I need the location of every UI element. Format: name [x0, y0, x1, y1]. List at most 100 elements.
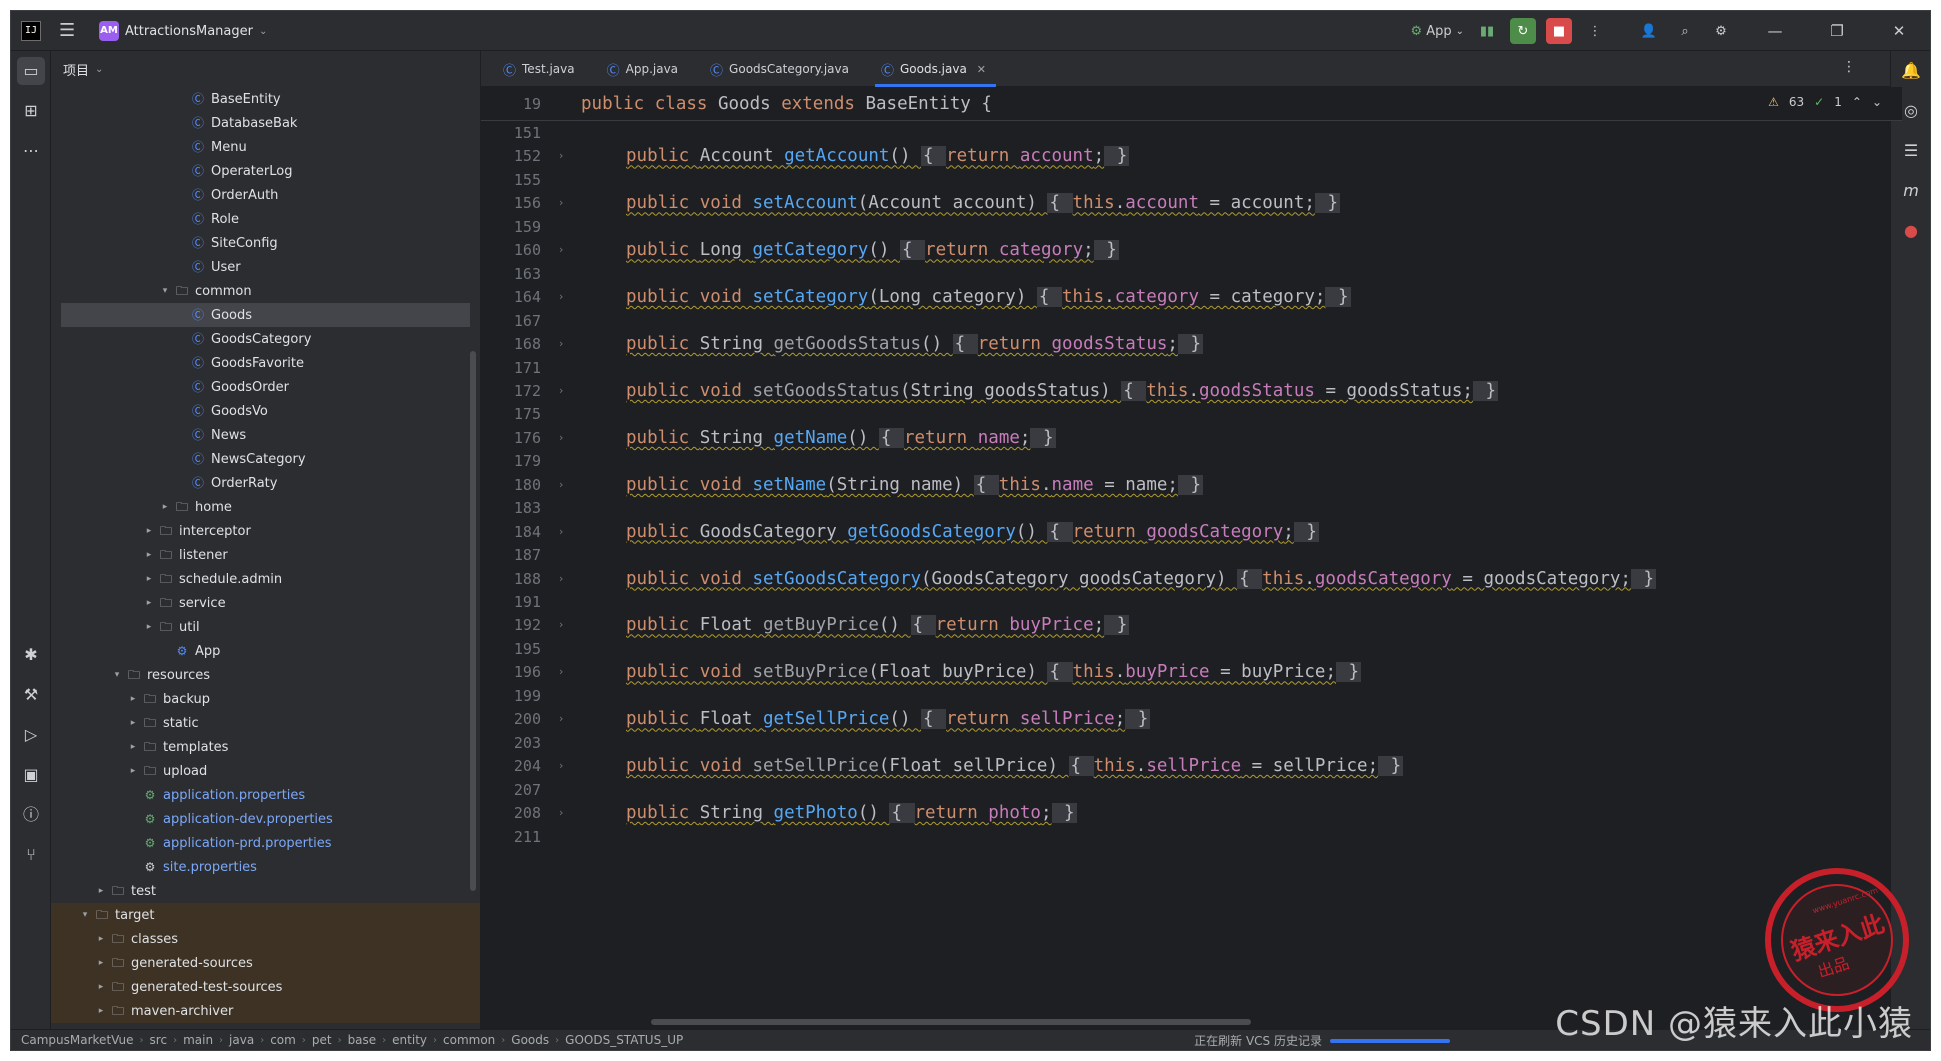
build-hammer-icon[interactable]: ⚒	[17, 681, 45, 709]
rerun-button[interactable]: ↻	[1510, 18, 1536, 44]
editor-horizontal-scrollbar[interactable]	[651, 1019, 1251, 1025]
tree-item[interactable]: ▾ 🗀 common	[51, 279, 480, 303]
breadcrumb-item[interactable]: java	[229, 1033, 254, 1047]
chevron-right-icon[interactable]: ▸	[125, 718, 141, 728]
tree-item[interactable]: Ⓒ Role	[51, 207, 480, 231]
maven-icon[interactable]: m	[1897, 177, 1925, 205]
chevron-down-icon[interactable]: ▾	[157, 286, 173, 296]
chevron-right-icon[interactable]: ▸	[125, 742, 141, 752]
chevron-right-icon[interactable]: ▸	[141, 526, 157, 536]
tree-item[interactable]: ▸ 🗀 templates	[51, 735, 480, 759]
main-menu-icon[interactable]: ☰	[59, 20, 75, 41]
editor-tab[interactable]: Ⓒ Test.java	[489, 51, 593, 87]
breadcrumb-item[interactable]: com	[270, 1033, 296, 1047]
chevron-right-icon[interactable]: ▸	[141, 574, 157, 584]
settings-gear-icon[interactable]: ⚙	[1708, 18, 1734, 44]
code-line[interactable]: public void setAccount(Account account) …	[626, 191, 1340, 215]
tree-item[interactable]: ⚙ application-dev.properties	[51, 807, 480, 831]
tree-item[interactable]: Ⓒ GoodsOrder	[51, 375, 480, 399]
chevron-right-icon[interactable]: ▸	[157, 502, 173, 512]
chevron-right-icon[interactable]: ▸	[93, 934, 109, 944]
close-tab-icon[interactable]: ✕	[977, 63, 986, 76]
tree-item[interactable]: ⚙ site.properties	[51, 855, 480, 879]
chevron-down-icon[interactable]: ⌄	[1872, 95, 1882, 109]
stop-button[interactable]: ■	[1546, 18, 1572, 44]
project-scrollbar[interactable]	[470, 351, 476, 891]
chevron-right-icon[interactable]: ▸	[125, 766, 141, 776]
breadcrumb-item[interactable]: main	[183, 1033, 213, 1047]
structure-icon[interactable]: ⊞	[17, 97, 45, 125]
fold-chevron-icon[interactable]: ›	[559, 520, 563, 544]
tree-item[interactable]: ▸ 🗀 test	[51, 879, 480, 903]
tree-item[interactable]: ▾ 🗀 target	[51, 903, 480, 927]
code-line[interactable]: public GoodsCategory getGoodsCategory() …	[626, 520, 1319, 544]
more-tools-icon[interactable]: ⋯	[17, 137, 45, 165]
tree-item[interactable]: Ⓒ DatabaseBak	[51, 111, 480, 135]
database-icon[interactable]: ☰	[1897, 137, 1925, 165]
tree-item[interactable]: Ⓒ SiteConfig	[51, 231, 480, 255]
inspection-widget[interactable]: ⚠ 63 ✓ 1 ⌃ ⌄	[1768, 95, 1882, 109]
tree-item[interactable]: ⚙ App	[51, 639, 480, 663]
tree-item[interactable]: Ⓒ OrderRaty	[51, 471, 480, 495]
project-folder-icon[interactable]: ▭	[17, 57, 45, 85]
tree-item[interactable]: ⚙ application.properties	[51, 783, 480, 807]
breadcrumb-item[interactable]: pet	[312, 1033, 332, 1047]
terminal-icon[interactable]: ▣	[17, 761, 45, 789]
chevron-right-icon[interactable]: ▸	[141, 622, 157, 632]
fold-chevron-icon[interactable]: ›	[559, 238, 563, 262]
code-line[interactable]: public Long getCategory() { return categ…	[626, 238, 1119, 262]
tree-item[interactable]: ▸ 🗀 backup	[51, 687, 480, 711]
tabs-more-icon[interactable]: ⋮	[1842, 59, 1856, 75]
code-line[interactable]: public void setName(String name) { this.…	[626, 473, 1204, 497]
tree-item[interactable]: ▸ 🗀 home	[51, 495, 480, 519]
fold-chevron-icon[interactable]: ›	[559, 473, 563, 497]
code-line[interactable]: public Float getBuyPrice() { return buyP…	[626, 613, 1130, 637]
code-line[interactable]: public void setGoodsCategory(GoodsCatego…	[626, 567, 1657, 591]
fold-chevron-icon[interactable]: ›	[559, 379, 563, 403]
background-task[interactable]: 正在刷新 VCS 历史记录	[1194, 1032, 1450, 1049]
code-line[interactable]: public String getGoodsStatus() { return …	[626, 332, 1204, 356]
code-line[interactable]: public void setGoodsStatus(String goodsS…	[626, 379, 1499, 403]
breadcrumb-item[interactable]: entity	[392, 1033, 427, 1047]
chevron-right-icon[interactable]: ▸	[93, 886, 109, 896]
chevron-right-icon[interactable]: ▸	[93, 1006, 109, 1016]
fold-chevron-icon[interactable]: ›	[559, 191, 563, 215]
chevron-right-icon[interactable]: ▸	[141, 550, 157, 560]
pause-icon[interactable]: ▮▮	[1474, 18, 1500, 44]
chevron-up-icon[interactable]: ⌃	[1852, 95, 1862, 109]
code-line[interactable]: public Account getAccount() { return acc…	[626, 144, 1130, 168]
code-line[interactable]: public void setSellPrice(Float sellPrice…	[626, 754, 1404, 778]
breadcrumb-item[interactable]: Goods	[511, 1033, 549, 1047]
breadcrumb-item[interactable]: src	[150, 1033, 168, 1047]
tree-item[interactable]: ▸ 🗀 generated-sources	[51, 951, 480, 975]
project-panel-header[interactable]: 项目 ⌄	[51, 51, 480, 87]
tree-item[interactable]: ▸ 🗀 schedule.admin	[51, 567, 480, 591]
close-icon[interactable]: ✕	[1886, 18, 1912, 44]
chevron-right-icon[interactable]: ▸	[93, 958, 109, 968]
tree-item[interactable]: ▾ 🗀 resources	[51, 663, 480, 687]
tree-item[interactable]: Ⓒ GoodsFavorite	[51, 351, 480, 375]
code-line[interactable]: public void setBuyPrice(Float buyPrice) …	[626, 660, 1362, 684]
notifications-bell-icon[interactable]: 🔔	[1897, 57, 1925, 85]
editor-tab[interactable]: Ⓒ App.java	[593, 51, 696, 87]
tree-item[interactable]: Ⓒ NewsCategory	[51, 447, 480, 471]
breadcrumb-item[interactable]: common	[443, 1033, 495, 1047]
tree-item[interactable]: Ⓒ BaseEntity	[51, 87, 480, 111]
fold-chevron-icon[interactable]: ›	[559, 144, 563, 168]
fold-chevron-icon[interactable]: ›	[559, 567, 563, 591]
chevron-down-icon[interactable]: ▾	[109, 670, 125, 680]
tree-item[interactable]: ▸ 🗀 maven-archiver	[51, 999, 480, 1023]
tree-item[interactable]: Ⓒ Goods	[61, 303, 470, 327]
tree-item[interactable]: ▸ 🗀 interceptor	[51, 519, 480, 543]
tree-item[interactable]: Ⓒ OperaterLog	[51, 159, 480, 183]
git-branch-icon[interactable]: ⑂	[17, 841, 45, 869]
fold-chevron-icon[interactable]: ›	[559, 660, 563, 684]
tree-item[interactable]: ▸ 🗀 static	[51, 711, 480, 735]
tree-item[interactable]: ▸ 🗀 listener	[51, 543, 480, 567]
sticky-header[interactable]: 19 public class Goods extends BaseEntity…	[481, 87, 1902, 121]
ide-logo-icon[interactable]: IJ	[21, 21, 41, 41]
debug-icon[interactable]: ✱	[17, 641, 45, 669]
tree-item[interactable]: Ⓒ Menu	[51, 135, 480, 159]
tree-item[interactable]: ▸ 🗀 classes	[51, 927, 480, 951]
tree-item[interactable]: Ⓒ OrderAuth	[51, 183, 480, 207]
